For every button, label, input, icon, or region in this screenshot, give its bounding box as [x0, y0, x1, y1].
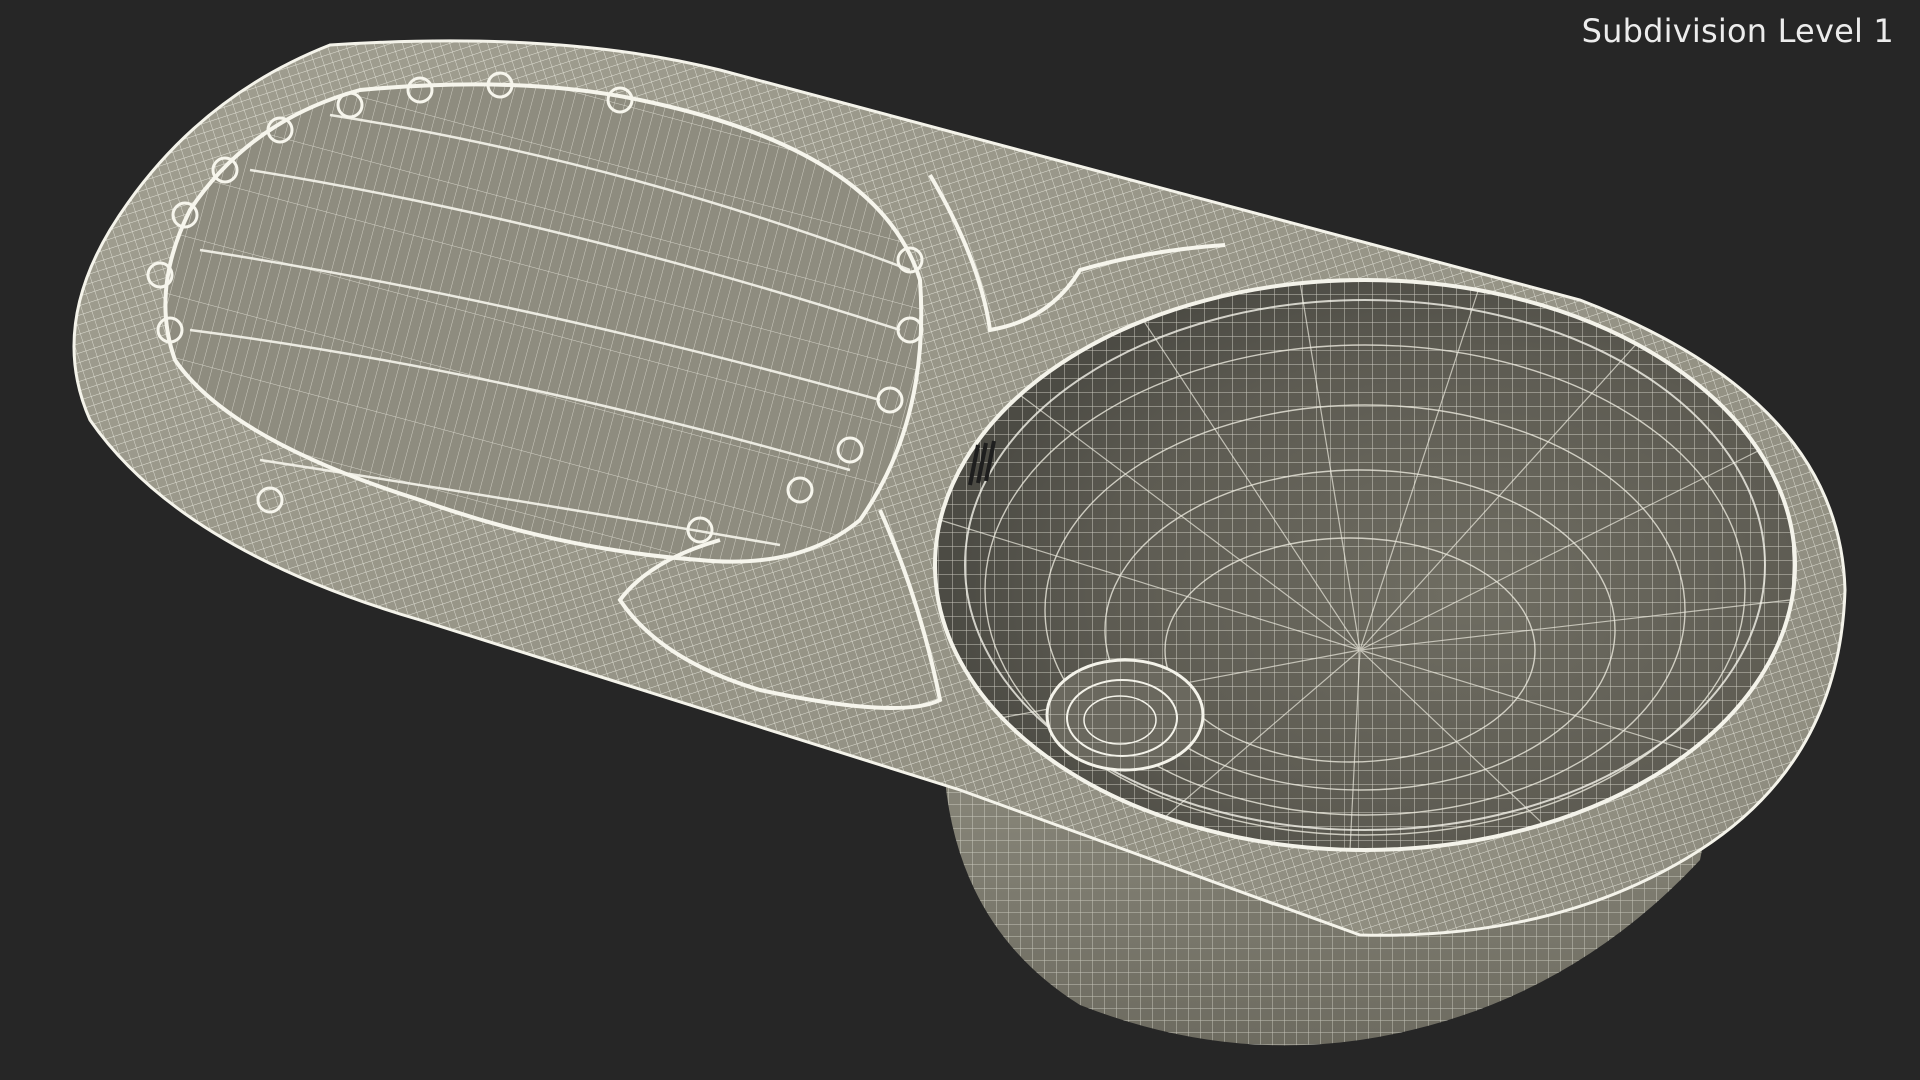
sink-wireframe-model: [72, 39, 1847, 1046]
drain-hole: [1045, 658, 1205, 772]
subdivision-level-label: Subdivision Level 1: [1581, 12, 1894, 50]
3d-viewport[interactable]: Subdivision Level 1: [0, 0, 1920, 1080]
sink-bowl: [933, 278, 1797, 852]
